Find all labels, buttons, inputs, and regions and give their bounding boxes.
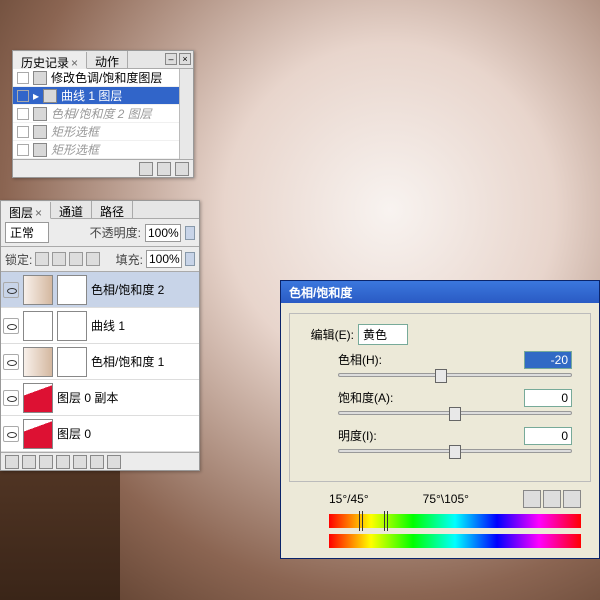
tab-history[interactable]: 历史记录×	[13, 52, 87, 69]
group-icon[interactable]	[73, 455, 87, 469]
mask-icon[interactable]	[39, 455, 53, 469]
eyedropper-subtract-icon[interactable]	[563, 490, 581, 508]
marquee-icon	[33, 143, 47, 157]
tab-close-icon[interactable]: ×	[35, 206, 42, 220]
adjustment-thumb[interactable]	[23, 311, 53, 341]
snapshot-icon[interactable]	[139, 162, 153, 176]
lock-position-icon[interactable]	[69, 252, 83, 266]
hue-label: 色相(H):	[338, 351, 382, 369]
opacity-input[interactable]: 100%	[145, 224, 181, 242]
layer-icon	[33, 71, 47, 85]
tab-channels[interactable]: 通道	[51, 201, 92, 218]
link-icon[interactable]	[5, 455, 19, 469]
tab-paths[interactable]: 路径	[92, 201, 133, 218]
layer-thumb[interactable]	[23, 419, 53, 449]
fill-label: 填充:	[116, 251, 143, 268]
history-item[interactable]: ▸曲线 1 图层	[13, 87, 193, 105]
history-panel: – × 历史记录× 动作 修改色调/饱和度图层 ▸曲线 1 图层 色相/饱和度 …	[12, 50, 194, 178]
edit-select[interactable]: 黄色	[358, 324, 408, 345]
hue-spectrum[interactable]	[329, 514, 581, 528]
tab-close-icon[interactable]: ×	[71, 56, 78, 70]
new-layer-icon[interactable]	[90, 455, 104, 469]
history-item[interactable]: 修改色调/饱和度图层	[13, 69, 193, 87]
tab-layers[interactable]: 图层×	[1, 202, 51, 219]
tab-actions[interactable]: 动作	[87, 51, 128, 68]
visibility-icon[interactable]	[3, 318, 19, 334]
visibility-icon[interactable]	[3, 390, 19, 406]
blend-mode-select[interactable]: 正常	[5, 222, 49, 243]
edit-label: 编辑(E):	[298, 326, 358, 343]
lock-transparent-icon[interactable]	[35, 252, 49, 266]
adjustment-thumb[interactable]	[23, 347, 53, 377]
history-item[interactable]: 矩形选框	[13, 123, 193, 141]
layer-icon	[43, 89, 57, 103]
layer-row[interactable]: 色相/饱和度 2	[1, 272, 199, 308]
mask-thumb[interactable]	[57, 275, 87, 305]
adjustment-icon[interactable]	[56, 455, 70, 469]
minimize-icon[interactable]: –	[165, 53, 177, 65]
lightness-slider[interactable]	[338, 449, 572, 453]
visibility-icon[interactable]	[3, 426, 19, 442]
layer-row[interactable]: 图层 0 副本	[1, 380, 199, 416]
trash-icon[interactable]	[175, 162, 189, 176]
eyedropper-add-icon[interactable]	[543, 490, 561, 508]
layer-row[interactable]: 曲线 1	[1, 308, 199, 344]
layer-icon	[33, 107, 47, 121]
scrollbar[interactable]	[179, 69, 193, 159]
range-right-label: 75°\105°	[423, 492, 469, 506]
opacity-label: 不透明度:	[90, 224, 141, 241]
dialog-title[interactable]: 色相/饱和度	[281, 281, 599, 303]
adjustment-thumb[interactable]	[23, 275, 53, 305]
mask-thumb[interactable]	[57, 347, 87, 377]
fill-flyout-icon[interactable]	[185, 252, 195, 266]
history-item[interactable]: 矩形选框	[13, 141, 193, 159]
layer-row[interactable]: 色相/饱和度 1	[1, 344, 199, 380]
marquee-icon	[33, 125, 47, 139]
hue-spectrum-result	[329, 534, 581, 548]
history-item[interactable]: 色相/饱和度 2 图层	[13, 105, 193, 123]
layers-panel: 图层× 通道 路径 正常 不透明度: 100% 锁定: 填充: 100% 色相/…	[0, 200, 200, 471]
visibility-icon[interactable]	[3, 282, 19, 298]
lock-pixels-icon[interactable]	[52, 252, 66, 266]
mask-thumb[interactable]	[57, 311, 87, 341]
range-left-label: 15°/45°	[329, 492, 369, 506]
saturation-label: 饱和度(A):	[338, 389, 393, 407]
lightness-input[interactable]: 0	[524, 427, 572, 445]
lightness-label: 明度(I):	[338, 427, 377, 445]
hue-saturation-dialog: 色相/饱和度 编辑(E): 黄色 色相(H): -20 饱和度(A): 0	[280, 280, 600, 559]
new-doc-icon[interactable]	[157, 162, 171, 176]
layer-thumb[interactable]	[23, 383, 53, 413]
visibility-icon[interactable]	[3, 354, 19, 370]
hue-slider[interactable]	[338, 373, 572, 377]
fx-icon[interactable]	[22, 455, 36, 469]
fill-input[interactable]: 100%	[146, 250, 182, 268]
trash-icon[interactable]	[107, 455, 121, 469]
eyedropper-icon[interactable]	[523, 490, 541, 508]
lock-label: 锁定:	[5, 251, 32, 268]
hue-input[interactable]: -20	[524, 351, 572, 369]
layer-row[interactable]: 图层 0	[1, 416, 199, 452]
lock-all-icon[interactable]	[86, 252, 100, 266]
saturation-input[interactable]: 0	[524, 389, 572, 407]
close-icon[interactable]: ×	[179, 53, 191, 65]
saturation-slider[interactable]	[338, 411, 572, 415]
opacity-flyout-icon[interactable]	[185, 226, 195, 240]
